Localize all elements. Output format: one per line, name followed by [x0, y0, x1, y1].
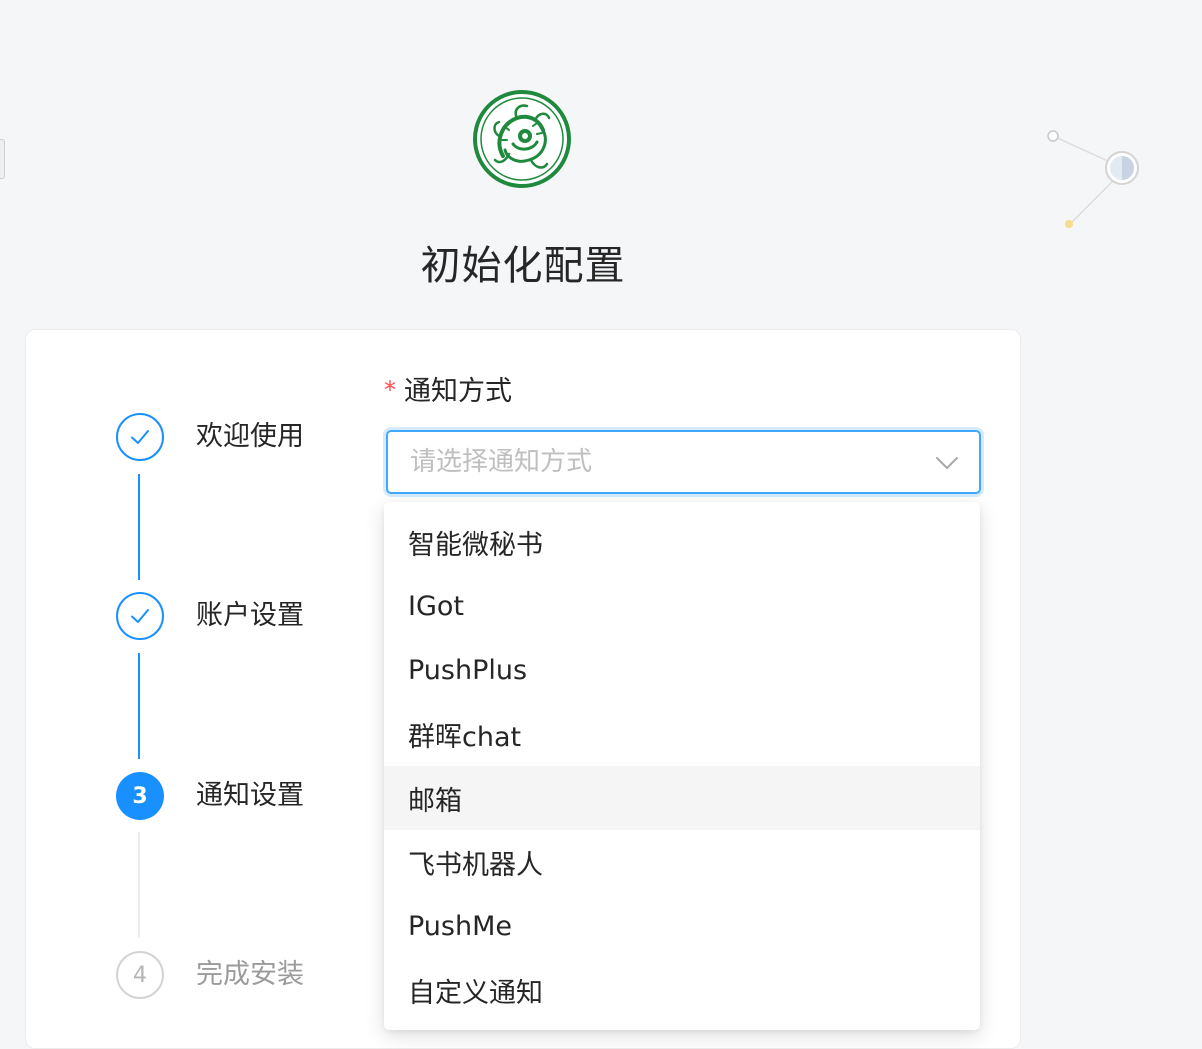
notify-method-label-text: 通知方式: [404, 376, 512, 407]
step-4-icon: 4: [116, 951, 164, 999]
notify-method-placeholder: 请选择通知方式: [410, 447, 593, 477]
option-wechat-assistant[interactable]: 智能微秘书: [384, 510, 980, 574]
side-drawer-handle[interactable]: [0, 139, 5, 179]
option-email[interactable]: 邮箱: [384, 766, 980, 830]
option-pushme[interactable]: PushMe: [384, 894, 980, 958]
dropdown-options: 智能微秘书 IGot PushPlus 群晖chat 邮箱 飞书机器人 Push…: [384, 510, 980, 1022]
option-synology-chat[interactable]: 群晖chat: [384, 702, 980, 766]
option-pushplus[interactable]: PushPlus: [384, 638, 980, 702]
step-3-icon: 3: [116, 772, 164, 820]
step-connector-2: [138, 653, 140, 759]
required-mark: *: [384, 376, 396, 404]
step-1-label: 欢迎使用: [196, 421, 304, 452]
option-feishu-bot[interactable]: 飞书机器人: [384, 830, 980, 894]
step-2-icon: [116, 592, 164, 640]
notify-method-select[interactable]: 请选择通知方式: [386, 430, 981, 494]
step-connector-3: [138, 832, 140, 938]
step-2-label: 账户设置: [196, 600, 304, 631]
page-title: 初始化配置: [420, 243, 626, 289]
check-icon: [131, 430, 149, 444]
step-3-label: 通知设置: [196, 780, 304, 811]
notify-method-dropdown: 智能微秘书 IGot PushPlus 群晖chat 邮箱 飞书机器人 Push…: [384, 502, 980, 1030]
dragon-logo-icon: [473, 90, 571, 188]
notify-method-label: * 通知方式: [384, 374, 512, 410]
option-igot[interactable]: IGot: [384, 574, 980, 638]
option-custom-notify[interactable]: 自定义通知: [384, 958, 980, 1022]
check-icon: [131, 609, 149, 623]
chevron-down-icon: [936, 457, 958, 469]
molecule-decoration-icon: [1047, 130, 1139, 228]
step-connector-1: [138, 474, 140, 580]
step-1-icon: [116, 413, 164, 461]
step-4-label: 完成安装: [196, 959, 304, 990]
